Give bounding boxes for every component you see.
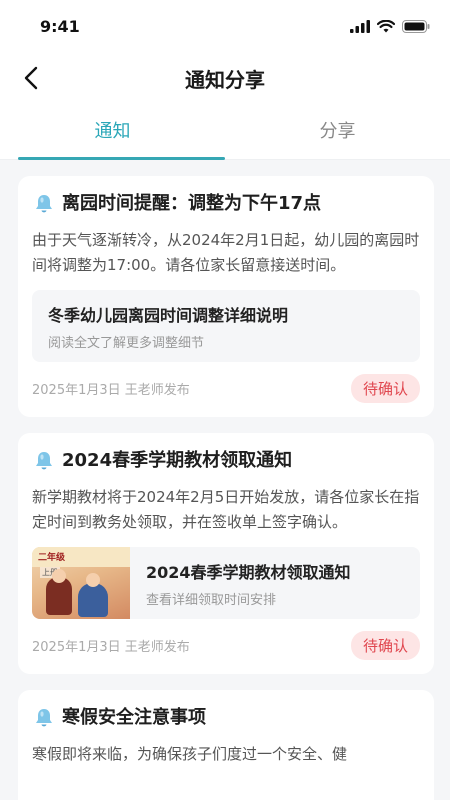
publish-info: 2025年1月3日 王老师发布 [32,640,190,655]
notice-card[interactable]: 寒假安全注意事项 寒假即将来临，为确保孩子们度过一个安全、健 [18,690,434,800]
notice-header: 2024春季学期教材领取通知 [32,449,420,473]
notice-title: 离园时间提醒：调整为下午17点 [62,193,322,214]
status-bar: 9:41 [0,0,450,52]
notice-body: 新学期教材将于2024年2月5日开始发放，请各位家长在指定时间到教务处领取，并在… [32,488,420,531]
back-icon[interactable] [18,64,46,92]
top-area: 9:41 通知分享 通知 分享 [0,0,450,160]
textbook-cover-thumbnail: 二年级 上册 [32,547,130,619]
attachment-card[interactable]: 冬季幼儿园离园时间调整详细说明 阅读全文了解更多调整细节 [32,290,420,362]
notice-header: 寒假安全注意事项 [32,706,420,730]
attachment-subtitle: 阅读全文了解更多调整细节 [48,335,205,351]
pending-confirm-badge[interactable]: 待确认 [350,374,420,403]
publish-info: 2025年1月3日 王老师发布 [32,383,190,398]
notice-footer: 2025年1月3日 王老师发布 待确认 [32,374,420,403]
notice-body: 由于天气逐渐转冷，从2024年2月1日起，幼儿园的离园时间将调整为17:00。请… [32,231,420,274]
pending-confirm-badge[interactable]: 待确认 [350,631,420,660]
notice-body: 寒假即将来临，为确保孩子们度过一个安全、健 [32,745,348,763]
attachment-text: 2024春季学期教材领取通知 查看详细领取时间安排 [130,549,367,618]
tab-share[interactable]: 分享 [225,104,450,159]
notice-header: 离园时间提醒：调整为下午17点 [32,192,420,216]
notice-title: 2024春季学期教材领取通知 [62,450,293,471]
bell-icon [36,195,52,213]
tab-bar: 通知 分享 [0,104,450,160]
tab-notice[interactable]: 通知 [0,104,225,160]
status-time: 9:41 [40,16,80,36]
signal-icon [350,19,370,33]
wifi-icon [377,19,395,32]
bell-icon [36,709,52,727]
attachment-subtitle: 查看详细领取时间安排 [146,592,277,608]
notice-title: 寒假安全注意事项 [62,707,206,728]
page-title: 通知分享 [185,67,265,92]
battery-icon [402,19,430,33]
nav-bar: 通知分享 [0,52,450,104]
attachment-card[interactable]: 二年级 上册 2024春季学期教材领取通知 查看详细领取时间安排 [32,547,420,619]
notice-list: 离园时间提醒：调整为下午17点 由于天气逐渐转冷，从2024年2月1日起，幼儿园… [0,160,450,800]
bell-icon [36,452,52,470]
attachment-title: 2024春季学期教材领取通知 [146,562,351,582]
attachment-text: 冬季幼儿园离园时间调整详细说明 阅读全文了解更多调整细节 [32,292,304,361]
notice-card[interactable]: 2024春季学期教材领取通知 新学期教材将于2024年2月5日开始发放，请各位家… [18,433,434,674]
thumb-grade-label: 二年级 [38,553,66,563]
notice-footer: 2025年1月3日 王老师发布 待确认 [32,631,420,660]
notice-card[interactable]: 离园时间提醒：调整为下午17点 由于天气逐渐转冷，从2024年2月1日起，幼儿园… [18,176,434,417]
attachment-title: 冬季幼儿园离园时间调整详细说明 [48,305,289,325]
status-icons [350,19,430,33]
